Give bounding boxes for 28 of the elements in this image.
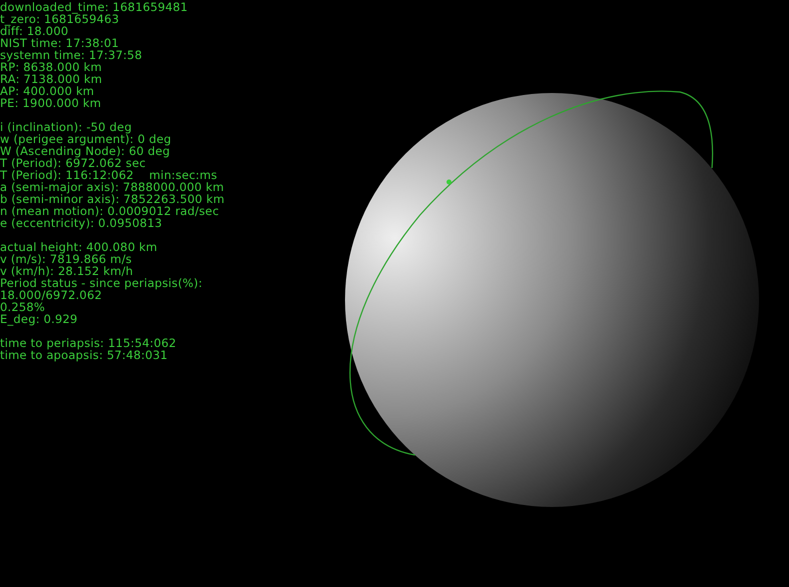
telemetry-text: RA: 7138.000 km (0, 73, 102, 85)
telemetry-text: NIST time: 17:38:01 (0, 37, 119, 49)
telemetry-text: 18.000/6972.062 (0, 289, 102, 301)
telemetry-text: time to periapsis: 115:54:062 (0, 337, 176, 349)
telemetry-text: downloaded_time: 1681659481 (0, 1, 188, 13)
telemetry-text: v (km/h): 28.152 km/h (0, 265, 134, 277)
telemetry-text: b (semi-minor axis): 7852263.500 km (0, 193, 225, 205)
telemetry-text: T (Period): 116:12:062 min:sec:ms (0, 169, 218, 181)
telemetry-text: actual height: 400.080 km (0, 241, 158, 253)
telemetry-text: systemn time: 17:37:58 (0, 49, 142, 61)
telemetry-text: a (semi-major axis): 7888000.000 km (0, 181, 224, 193)
telemetry-text: W (Ascending Node): 60 deg (0, 145, 170, 157)
telemetry-text: t_zero: 1681659463 (0, 13, 120, 25)
telemetry-text: 0.258% (0, 301, 46, 313)
telemetry-text: PE: 1900.000 km (0, 97, 102, 109)
telemetry-text: diff: 18.000 (0, 25, 68, 37)
telemetry-text: E_deg: 0.929 (0, 313, 78, 325)
telemetry-text: AP: 400.000 km (0, 85, 94, 97)
telemetry-text: v (m/s): 7819.866 m/s (0, 253, 132, 265)
satellite-marker (446, 180, 452, 184)
telemetry-text: Period status - since periapsis(%): (0, 277, 202, 289)
telemetry-text: T (Period): 6972.062 sec (0, 157, 146, 169)
telemetry-text: w (perigee argument): 0 deg (0, 133, 172, 145)
telemetry-text: i (inclination): -50 deg (0, 121, 132, 133)
telemetry-text: e (eccentricity): 0.0950813 (0, 217, 162, 229)
telemetry-text: RP: 8638.000 km (0, 61, 102, 73)
telemetry-text: time to apoapsis: 57:48:031 (0, 349, 168, 361)
telemetry-text: n (mean motion): 0.0009012 rad/sec (0, 205, 219, 217)
